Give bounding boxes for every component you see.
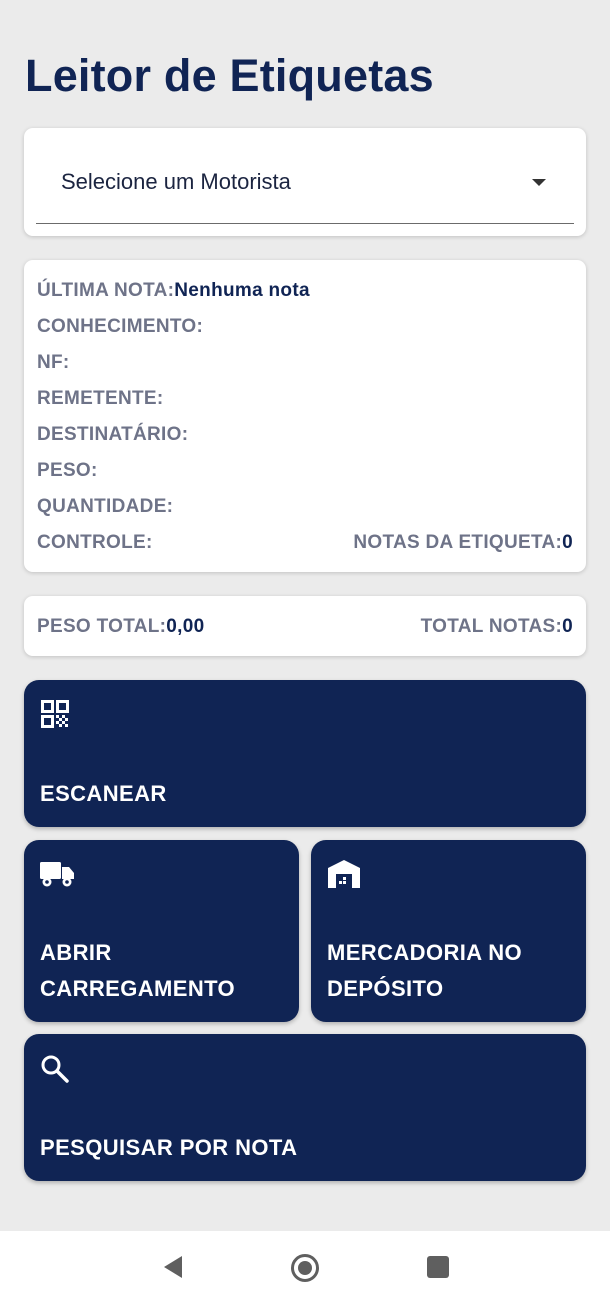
qr-code-icon xyxy=(40,699,70,734)
notas-etiqueta: NOTAS DA ETIQUETA:0 xyxy=(353,532,573,554)
page-title: Leitor de Etiquetas xyxy=(25,50,434,101)
last-note-label: ÚLTIMA NOTA: xyxy=(37,280,175,301)
driver-select-placeholder: Selecione um Motorista xyxy=(61,169,291,194)
dropdown-arrow-icon[interactable] xyxy=(532,179,546,186)
peso-total: PESO TOTAL:0,00 xyxy=(37,616,204,638)
open-loading-label-line1: ABRIR xyxy=(40,940,112,965)
total-notas: TOTAL NOTAS:0 xyxy=(421,616,573,638)
notas-etiqueta-value: 0 xyxy=(562,532,573,553)
peso-total-value: 0,00 xyxy=(166,616,205,637)
recents-icon[interactable] xyxy=(426,1253,450,1286)
total-notas-label: TOTAL NOTAS: xyxy=(420,616,563,637)
conhecimento-label: CONHECIMENTO: xyxy=(37,316,204,337)
warehouse-icon xyxy=(327,859,361,894)
search-note-label: PESQUISAR POR NOTA xyxy=(40,1135,298,1160)
home-icon[interactable] xyxy=(290,1253,320,1288)
notas-etiqueta-label: NOTAS DA ETIQUETA: xyxy=(353,532,563,553)
peso-label: PESO: xyxy=(37,460,98,481)
peso-total-label: PESO TOTAL: xyxy=(37,616,167,637)
back-icon[interactable] xyxy=(160,1253,186,1286)
open-loading-button[interactable]: ABRIR CARREGAMENTO xyxy=(24,840,299,1022)
open-loading-label-line2: CARREGAMENTO xyxy=(40,976,236,1001)
controle-label: CONTROLE: xyxy=(37,532,153,553)
search-icon xyxy=(40,1054,70,1089)
total-notas-value: 0 xyxy=(562,616,573,637)
remetente-label: REMETENTE: xyxy=(37,388,164,409)
warehouse-button[interactable]: MERCADORIA NO DEPÓSITO xyxy=(311,840,586,1022)
quantidade-label: QUANTIDADE: xyxy=(37,496,174,517)
last-note-value: Nenhuma nota xyxy=(174,280,310,301)
note-info-card: ÚLTIMA NOTA:Nenhuma nota CONHECIMENTO: N… xyxy=(24,260,586,572)
truck-icon xyxy=(40,860,76,893)
warehouse-label-line2: DEPÓSITO xyxy=(327,976,444,1001)
last-note-row: ÚLTIMA NOTA:Nenhuma nota xyxy=(37,280,310,302)
totals-card: PESO TOTAL:0,00 TOTAL NOTAS:0 xyxy=(24,596,586,656)
destinatario-label: DESTINATÁRIO: xyxy=(37,424,189,445)
system-navigation-bar xyxy=(0,1231,610,1303)
scan-label: ESCANEAR xyxy=(40,781,167,806)
nf-label: NF: xyxy=(37,352,70,373)
driver-select[interactable]: Selecione um Motorista xyxy=(36,128,574,224)
driver-select-card: Selecione um Motorista xyxy=(24,128,586,236)
scan-button[interactable]: ESCANEAR xyxy=(24,680,586,827)
search-note-button[interactable]: PESQUISAR POR NOTA xyxy=(24,1034,586,1181)
warehouse-label-line1: MERCADORIA NO xyxy=(327,940,523,965)
